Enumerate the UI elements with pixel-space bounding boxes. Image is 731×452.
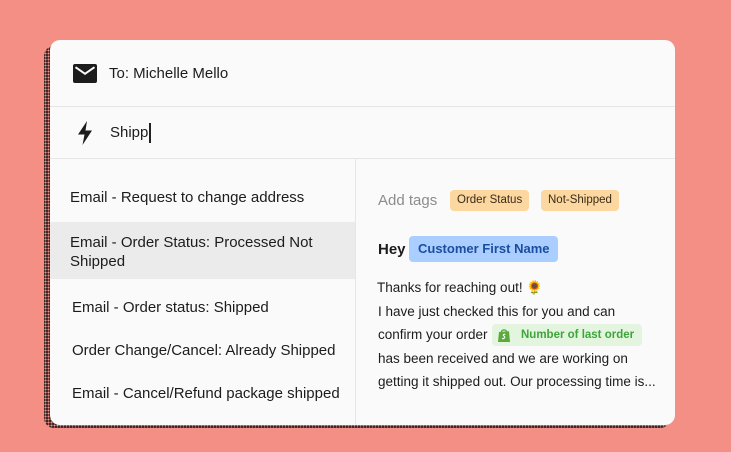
lightning-icon (72, 120, 98, 146)
template-item[interactable]: Email - Cancel/Refund package shipped (50, 384, 355, 403)
body-line: getting it shipped out. Our processing t… (378, 374, 656, 389)
greeting-text: Hey (378, 241, 406, 258)
template-search-input[interactable]: Shipp (110, 122, 151, 143)
template-search-row[interactable]: Shipp (50, 107, 675, 159)
template-item[interactable]: Email - Request to change address (50, 188, 355, 207)
template-item-label: Order Change/Cancel: Already Shipped (72, 342, 336, 359)
template-list: Email - Request to change address Email … (50, 159, 356, 425)
body-line: has been received and we are working on (378, 351, 628, 366)
body-line: confirm your order (378, 327, 488, 342)
customer-first-name-variable[interactable]: Customer First Name (409, 236, 559, 262)
mail-icon (72, 60, 98, 86)
recipient-row: To: Michelle Mello (50, 40, 675, 107)
shopify-bag-icon (498, 328, 510, 342)
tag-order-status[interactable]: Order Status (450, 190, 530, 211)
text-cursor (149, 122, 151, 143)
template-item-label: Email - Cancel/Refund package shipped (72, 385, 340, 402)
add-tags-label: Add tags (378, 192, 438, 209)
template-picker-card: To: Michelle Mello Shipp Email - Request… (50, 40, 675, 425)
template-item-selected[interactable]: Email - Order Status: Processed Not Ship… (50, 222, 355, 279)
body-line: Thanks for reaching out! 🌻 (377, 280, 544, 295)
template-item-label: Email - Order status: Shipped (72, 299, 269, 316)
template-item-label: Email - Order Status: Processed Not Ship… (70, 234, 313, 270)
order-number-variable[interactable]: Number of last order (492, 324, 643, 346)
template-item-label: Email - Request to change address (70, 189, 305, 206)
template-preview: Add tags Order Status Not-Shipped Hey Cu… (356, 159, 675, 425)
template-item[interactable]: Email - Order status: Shipped (50, 298, 355, 317)
template-item[interactable]: Order Change/Cancel: Already Shipped (50, 341, 355, 360)
recipient-label: To: Michelle Mello (109, 64, 229, 82)
search-query: Shipp (110, 124, 149, 141)
order-number-variable-label: Number of last order (521, 329, 635, 341)
tag-not-shipped[interactable]: Not-Shipped (541, 190, 619, 211)
body-line: I have just checked this for you and can (378, 304, 616, 319)
